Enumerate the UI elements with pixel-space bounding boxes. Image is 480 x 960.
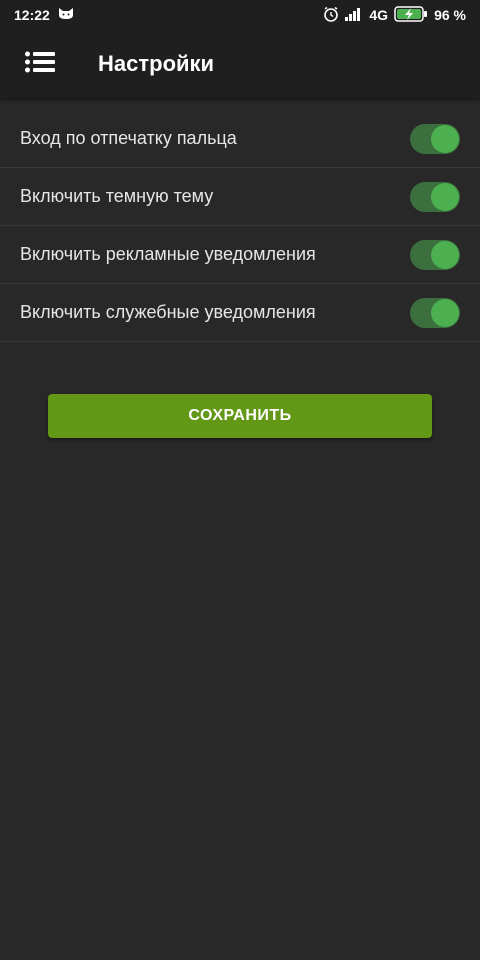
toggle-thumb <box>431 240 459 269</box>
setting-row-fingerprint: Вход по отпечатку пальца <box>0 110 480 168</box>
alarm-icon <box>323 6 339 25</box>
menu-button[interactable] <box>20 44 60 84</box>
setting-label: Включить темную тему <box>20 186 214 206</box>
network-type: 4G <box>369 7 389 23</box>
status-left: 12:22 <box>14 7 74 23</box>
setting-row-service-notifications: Включить служебные уведомления <box>0 284 480 342</box>
settings-list: Вход по отпечатку пальца Включить темную… <box>0 110 480 342</box>
app-bar: Настройки <box>0 30 480 98</box>
page-title: Настройки <box>98 51 215 76</box>
signal-icon <box>345 7 363 24</box>
cat-face-icon <box>58 7 74 23</box>
fingerprint-toggle[interactable] <box>410 123 460 154</box>
battery-charging-icon <box>394 5 428 25</box>
menu-list-icon <box>25 51 55 78</box>
setting-row-ad-notifications: Включить рекламные уведомления <box>0 226 480 284</box>
battery-percent: 96 % <box>434 7 466 23</box>
toggle-thumb <box>431 298 459 327</box>
toggle-thumb <box>431 182 459 211</box>
setting-label: Вход по отпечатку пальца <box>20 128 237 148</box>
status-time: 12:22 <box>14 7 50 23</box>
service-notifications-toggle[interactable] <box>410 297 460 328</box>
status-bar: 12:22 4G 96 % <box>0 0 480 30</box>
setting-label: Включить служебные уведомления <box>20 302 316 322</box>
setting-row-dark-theme: Включить темную тему <box>0 168 480 226</box>
ad-notifications-toggle[interactable] <box>410 239 460 270</box>
save-button[interactable]: СОХРАНИТЬ <box>48 394 432 438</box>
status-right: 4G 96 % <box>323 5 466 25</box>
dark-theme-toggle[interactable] <box>410 181 460 212</box>
setting-label: Включить рекламные уведомления <box>20 244 316 264</box>
toggle-thumb <box>431 124 459 153</box>
